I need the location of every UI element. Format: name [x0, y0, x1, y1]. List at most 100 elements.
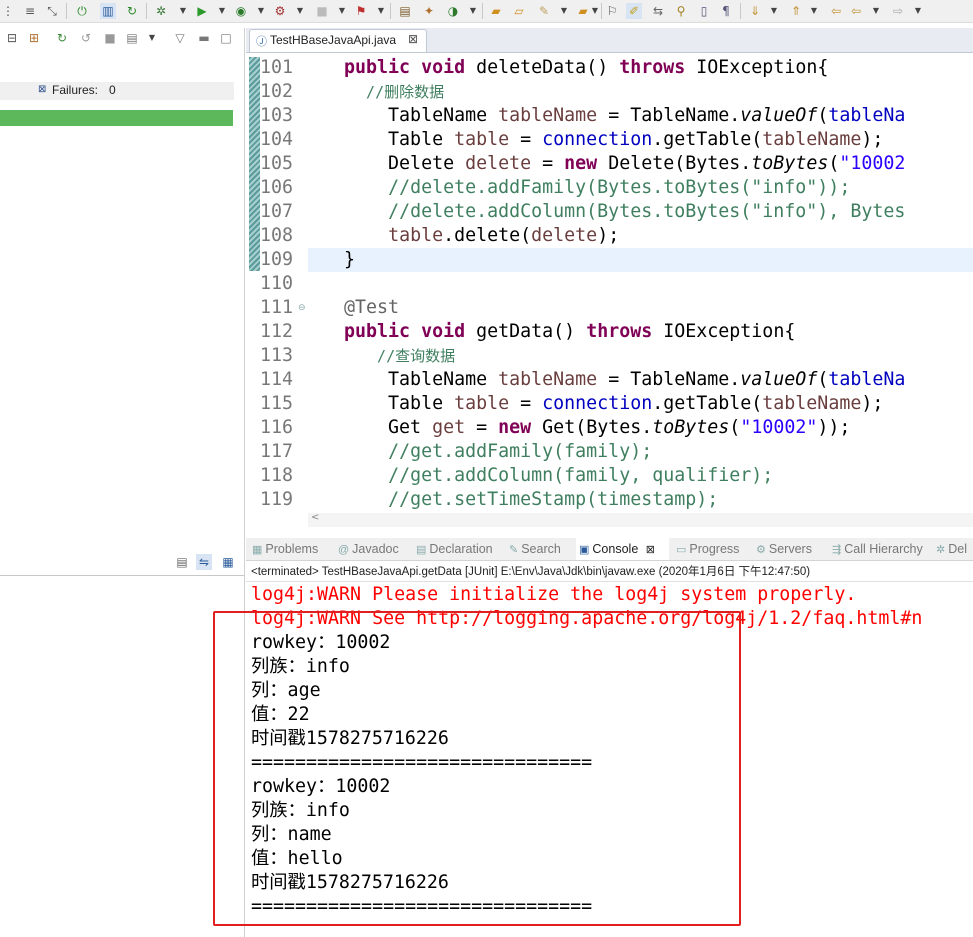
chevron-down-icon[interactable]: ▼: [560, 3, 568, 19]
tab-javadoc[interactable]: @ Javadoc: [338, 538, 399, 560]
filter-trace-icon[interactable]: ▤: [174, 554, 190, 570]
tab-call-hierarchy[interactable]: ⇶ Call Hierarchy: [832, 538, 923, 560]
close-icon[interactable]: ⊠: [646, 544, 655, 556]
code-line: 110: [260, 273, 294, 294]
collapse-icon[interactable]: ⊟: [4, 30, 20, 46]
gear-icon: ✲: [936, 544, 946, 556]
chevron-down-icon[interactable]: ▼: [591, 3, 599, 19]
tab-progress[interactable]: ▭ Progress: [676, 538, 739, 560]
back-alt-icon[interactable]: ⇦: [848, 3, 864, 19]
call-hierarchy-icon: ⇶: [832, 544, 842, 556]
open-icon[interactable]: ▰: [575, 3, 591, 19]
chevron-down-icon[interactable]: ▼: [469, 3, 477, 19]
stop-test-icon[interactable]: ■: [102, 30, 118, 46]
current-line-highlight: [308, 248, 973, 272]
prev-arrow-icon[interactable]: ⇑: [788, 3, 804, 19]
open-type-icon[interactable]: ◑: [445, 3, 461, 19]
junit-toolbar: ⊟ ⊞ ↻ ↺ ■ ▤ ▼ ▽ ▬ □: [0, 28, 244, 50]
bottom-panel-tabs: ▦ Problems @ Javadoc ▤ Declaration ✎ Search …: [246, 538, 973, 561]
chevron-down-icon[interactable]: ▼: [770, 3, 778, 19]
block-icon[interactable]: ▯: [696, 3, 712, 19]
code-line: 113 //查询数据: [260, 345, 456, 366]
fold-icon[interactable]: ⊖: [298, 303, 306, 313]
code-line: 107 //delete.addColumn(Bytes.toBytes("in…: [260, 201, 906, 222]
run-icon[interactable]: ▶: [194, 3, 210, 19]
coverage-icon[interactable]: ◉: [233, 3, 249, 19]
forward-icon[interactable]: ⇨: [890, 3, 906, 19]
rerun-icon[interactable]: ↻: [54, 30, 70, 46]
new-server-icon[interactable]: ⚑: [353, 3, 369, 19]
open-folder-icon[interactable]: ▰: [488, 3, 504, 19]
run-external-icon[interactable]: ⚙: [272, 3, 288, 19]
chevron-down-icon[interactable]: ▼: [148, 30, 156, 46]
next-annotation-icon[interactable]: ≡: [22, 3, 38, 19]
divider: [246, 581, 973, 582]
divider: [0, 575, 244, 576]
rerun-failed-icon[interactable]: ↺: [78, 30, 94, 46]
tab-delete[interactable]: ✲ Del: [936, 538, 967, 560]
servers-icon: ⚙: [756, 544, 766, 556]
search-icon[interactable]: ▱: [511, 3, 527, 19]
stop-icon[interactable]: ■: [314, 3, 330, 19]
mark-icon[interactable]: ⚲: [673, 3, 689, 19]
back-icon[interactable]: ⇦: [828, 3, 844, 19]
new-class-icon[interactable]: ✦: [421, 3, 437, 19]
scroll-lock-icon[interactable]: ⊞: [26, 30, 42, 46]
problems-icon: ▦: [252, 544, 263, 556]
code-line: 102 //删除数据: [260, 81, 445, 102]
highlight-icon[interactable]: ✐: [626, 3, 642, 19]
horizontal-scrollbar[interactable]: <: [308, 512, 973, 527]
maximize-icon[interactable]: □: [218, 30, 234, 46]
compare-icon[interactable]: ⇋: [196, 554, 212, 570]
chevron-down-icon[interactable]: ▼: [872, 3, 880, 19]
debug-icon[interactable]: ✲: [153, 3, 169, 19]
search-icon: ✎: [509, 544, 519, 556]
junit-progress-bar: [0, 110, 233, 126]
pilcrow-icon[interactable]: ¶: [718, 3, 734, 19]
tab-console[interactable]: ▣ Console ⊠: [576, 538, 669, 560]
chevron-down-icon[interactable]: ▼: [810, 3, 818, 19]
copy-trace-icon[interactable]: ▦: [220, 554, 236, 570]
chevron-down-icon[interactable]: ▼: [338, 3, 346, 19]
bookmark-icon[interactable]: ⚐: [604, 3, 620, 19]
failures-icon: ⊠: [38, 84, 47, 95]
tab-problems[interactable]: ▦ Problems: [252, 538, 318, 560]
chevron-down-icon[interactable]: ▼: [257, 3, 265, 19]
code-line: 112 public void getData() throws IOExcep…: [260, 321, 796, 342]
code-line: 105 Delete delete = new Delete(Bytes.toB…: [260, 153, 906, 174]
console-icon: ▣: [579, 544, 590, 556]
refresh-icon[interactable]: ↻: [124, 3, 140, 19]
failures-label: Failures:: [52, 83, 99, 97]
next-arrow-icon[interactable]: ⇓: [747, 3, 763, 19]
chevron-down-icon[interactable]: ▼: [914, 3, 922, 19]
minimize-icon[interactable]: ▬: [196, 30, 212, 46]
tab-declaration[interactable]: ▤ Declaration: [416, 538, 493, 560]
chevron-down-icon[interactable]: ▼: [377, 3, 385, 19]
chevron-down-icon[interactable]: ▼: [218, 3, 226, 19]
code-line: 109 }: [260, 249, 356, 270]
at-icon: @: [338, 544, 350, 556]
code-line: 117 //get.addFamily(family);: [260, 441, 653, 462]
tab-servers[interactable]: ⚙ Servers: [756, 538, 812, 560]
close-icon[interactable]: ⊠: [408, 32, 418, 46]
annotation-highlight-box: [213, 611, 741, 926]
code-line: 106 //delete.addFamily(Bytes.toBytes("in…: [260, 177, 851, 198]
console-header: <terminated> TestHBaseJavaApi.getData [J…: [251, 566, 811, 578]
chevron-down-icon[interactable]: ▼: [179, 3, 187, 19]
columns-icon[interactable]: ▥: [100, 3, 116, 19]
editor-tab[interactable]: Ⓙ TestHBaseJavaApi.java ⊠: [249, 29, 427, 52]
last-edit-icon[interactable]: ⤡: [44, 3, 60, 19]
link-icon[interactable]: ⇆: [650, 3, 666, 19]
view-menu-icon[interactable]: ▽: [172, 30, 188, 46]
history-icon[interactable]: ▤: [124, 30, 140, 46]
power-icon[interactable]: ⏻: [74, 3, 90, 19]
prev-edit-icon[interactable]: ⋮: [0, 3, 16, 19]
tab-search[interactable]: ✎ Search: [509, 538, 561, 560]
failures-value: 0: [109, 83, 116, 97]
chevron-down-icon[interactable]: ▼: [296, 3, 304, 19]
code-line: 115 Table table = connection.getTable(ta…: [260, 393, 884, 414]
code-line: 108 table.delete(delete);: [260, 225, 620, 246]
task-icon[interactable]: ✎: [536, 3, 552, 19]
scroll-left-icon[interactable]: <: [311, 512, 319, 523]
package-icon[interactable]: ▤: [397, 3, 413, 19]
